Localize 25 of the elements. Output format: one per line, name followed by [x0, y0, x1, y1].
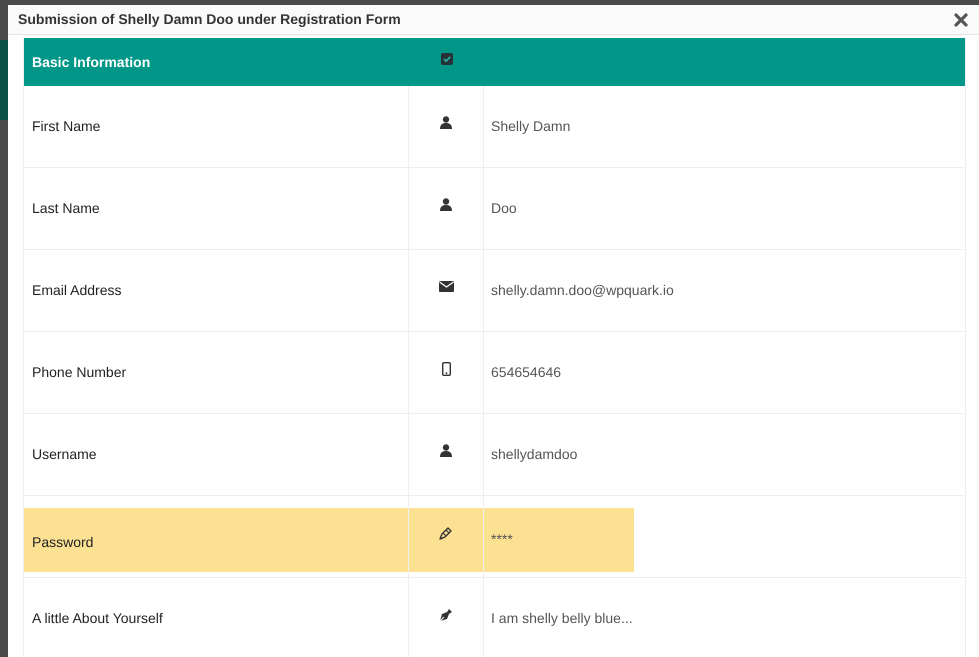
person-icon [440, 198, 452, 211]
person-icon [440, 444, 452, 457]
phone-icon [442, 362, 450, 376]
checkbox-icon [440, 53, 452, 65]
field-value: shellydamdoo [491, 445, 578, 464]
field-value: 654654646 [491, 363, 562, 382]
close-button[interactable] [953, 12, 969, 28]
field-label: Last Name [32, 199, 100, 218]
field-label: Email Address [32, 281, 122, 300]
section-title: Basic Information [31, 52, 152, 72]
field-label: Phone Number [32, 363, 126, 382]
field-value: Doo [491, 199, 517, 218]
field-value: **** [491, 530, 513, 549]
person-icon [440, 116, 452, 129]
pen-nib-icon [439, 608, 453, 622]
modal-title: Submission of Shelly Damn Doo under Registration Form [18, 10, 401, 29]
envelope-icon [438, 281, 454, 292]
field-label: A little About Yourself [32, 609, 163, 628]
pencil-icon [439, 526, 453, 540]
field-label: First Name [32, 117, 100, 136]
field-value: I am shelly belly blue... [491, 609, 633, 628]
field-label: Username [32, 445, 97, 464]
field-label: Password [32, 533, 94, 552]
field-value: shelly.damn.doo@wpquark.io [491, 281, 674, 300]
field-value: Shelly Damn [491, 117, 570, 136]
